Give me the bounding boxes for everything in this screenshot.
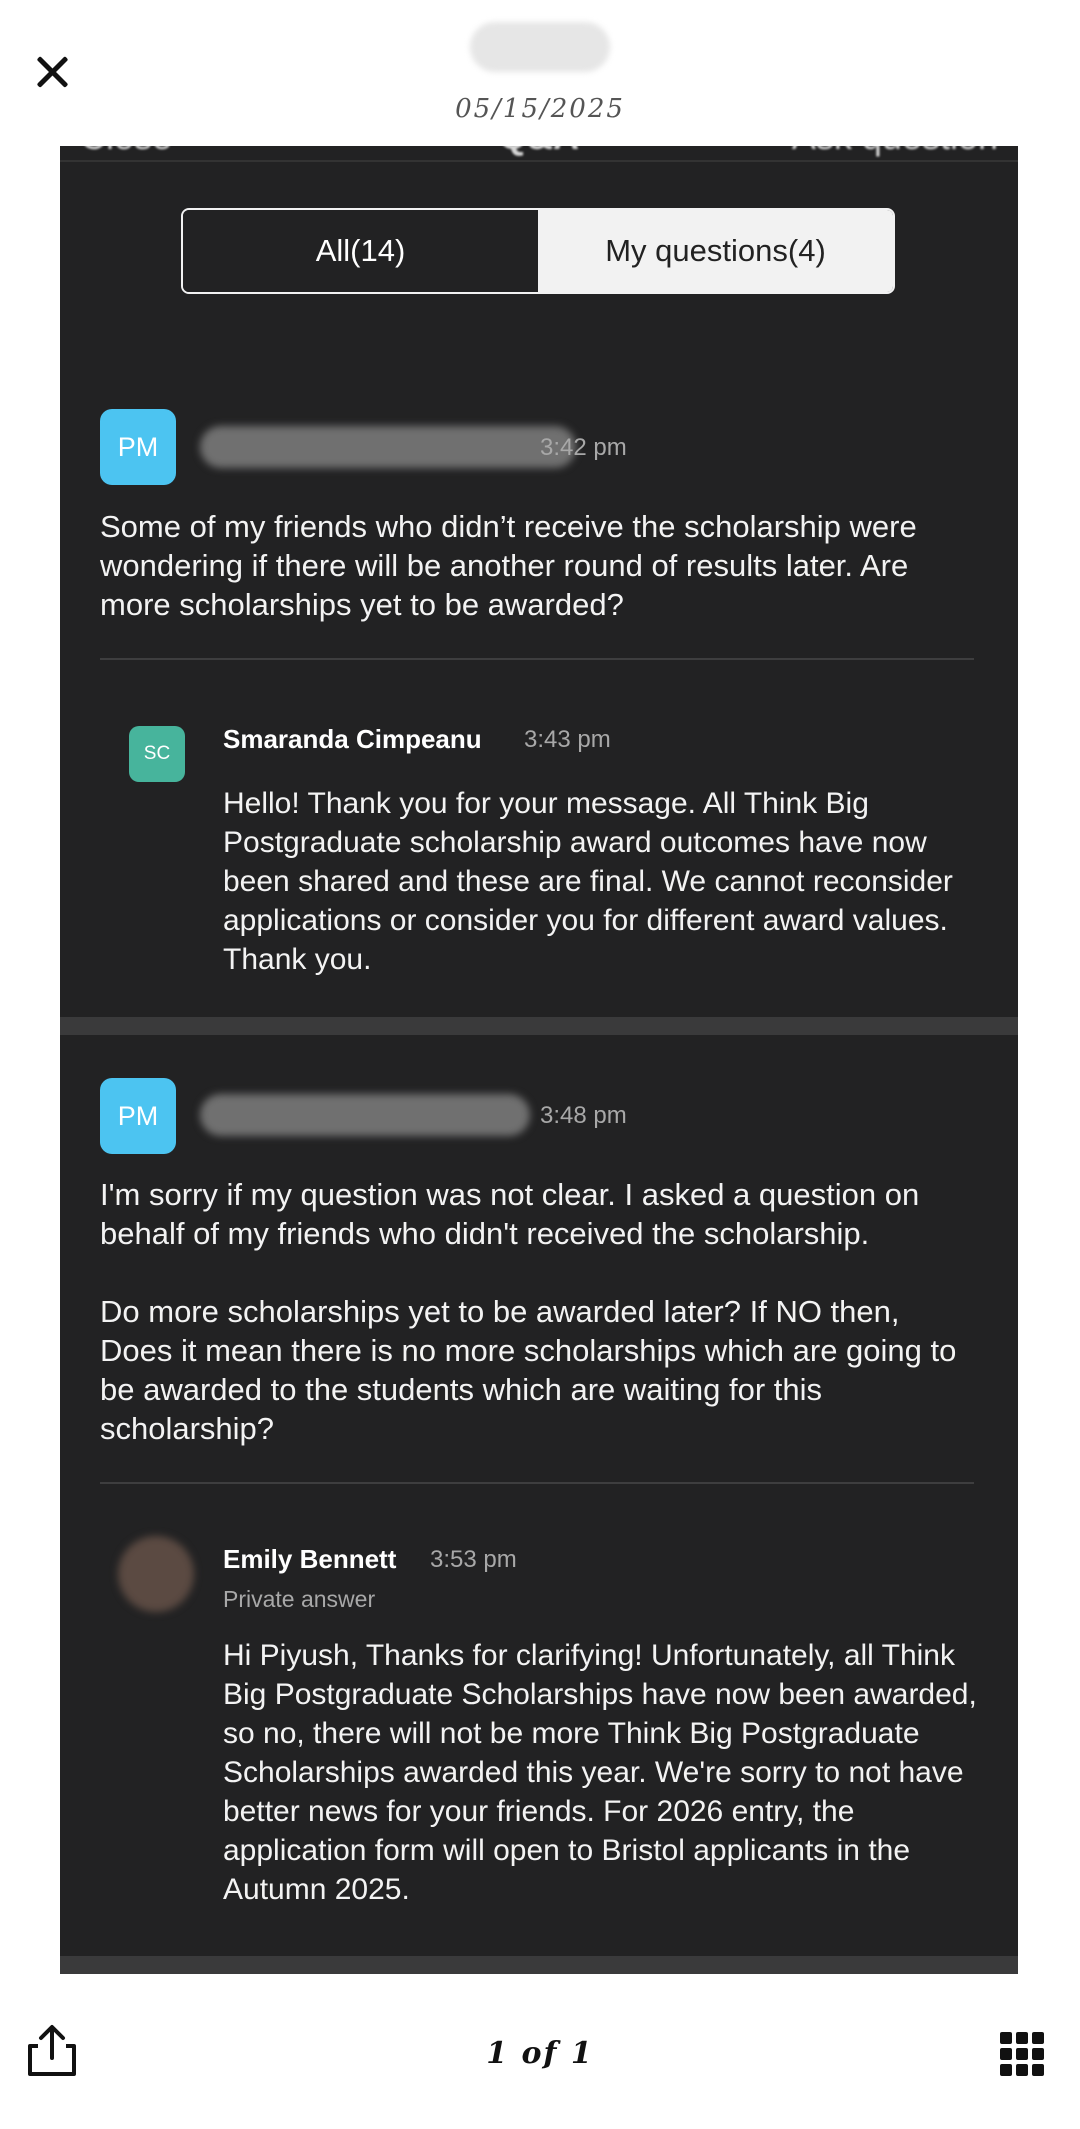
question-text-line: Do more scholarships yet to be awarded l… bbox=[100, 1294, 957, 1446]
answerer-name: Smaranda Cimpeanu bbox=[223, 724, 482, 754]
document-date: 05/15/2025 bbox=[455, 94, 625, 124]
qa-screenshot: Close Q&A Ask question All(14) My questi… bbox=[60, 146, 1018, 1974]
divider bbox=[100, 1482, 974, 1484]
avatar: PM bbox=[100, 409, 176, 485]
viewer-bottom-bar: 1 of 1 bbox=[0, 1974, 1080, 2129]
question-text: Some of my friends who didn’t receive th… bbox=[100, 509, 917, 622]
grid-icon[interactable] bbox=[1000, 2032, 1044, 2076]
tab-my-questions[interactable]: My questions(4) bbox=[538, 210, 893, 292]
answer-text: Hello! Thank you for your message. All T… bbox=[223, 787, 953, 976]
private-answer-label: Private answer bbox=[223, 1586, 376, 1612]
answer-time: 3:43 pm bbox=[524, 726, 611, 753]
question-time: 3:42 pm bbox=[540, 434, 627, 461]
question-time: 3:48 pm bbox=[540, 1102, 627, 1129]
divider bbox=[100, 658, 974, 660]
viewer-top-bar: 05/15/2025 bbox=[0, 0, 1080, 146]
page-indicator: 1 of 1 bbox=[486, 2036, 594, 2071]
answer-time: 3:53 pm bbox=[430, 1546, 517, 1573]
redacted-author-name bbox=[200, 426, 576, 468]
thread-separator bbox=[60, 1956, 1018, 1974]
thread-separator bbox=[60, 1017, 1018, 1035]
header-divider bbox=[60, 160, 1018, 162]
ask-question-link[interactable]: Ask question bbox=[792, 146, 998, 158]
answerer-name: Emily Bennett bbox=[223, 1544, 397, 1574]
redacted-title bbox=[470, 22, 610, 72]
answerer-avatar bbox=[118, 1536, 194, 1612]
question-filter-tabs: All(14) My questions(4) bbox=[181, 208, 895, 294]
tab-all[interactable]: All(14) bbox=[183, 210, 538, 292]
avatar: PM bbox=[100, 1078, 176, 1154]
qa-header: Close Q&A Ask question bbox=[60, 146, 1018, 166]
redacted-author-name bbox=[200, 1094, 530, 1136]
question-text-line: I'm sorry if my question was not clear. … bbox=[100, 1177, 920, 1251]
answer-text: Hi Piyush, Thanks for clarifying! Unfort… bbox=[223, 1639, 977, 1906]
close-icon[interactable] bbox=[34, 54, 70, 90]
answerer-avatar: SC bbox=[129, 726, 185, 782]
